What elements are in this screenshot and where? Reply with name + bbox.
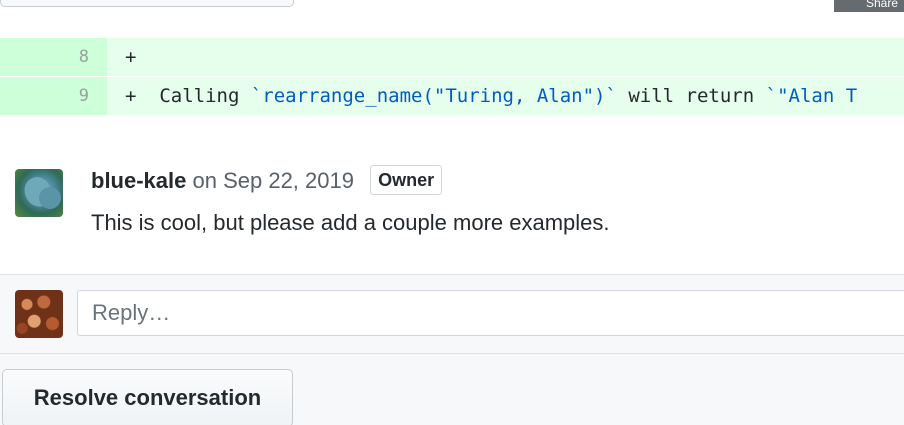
review-thread: Share 8 + 9 + Calling `rearrange_name("T… [0,0,904,425]
line-number-gutter[interactable]: 8 [0,38,107,76]
inline-code: `rearrange_name("Turing, Alan")` [250,85,617,107]
avatar-leaf-shape [39,187,61,209]
line-number: 9 [78,86,89,106]
owner-badge: Owner [370,165,443,195]
current-user-avatar[interactable] [15,290,63,338]
diff-code: + Calling `rearrange_name("Turing, Alan"… [125,77,857,115]
comment-body: This is cool, but please add a couple mo… [91,210,610,235]
top-strip: Share [0,0,904,23]
reply-row [0,275,904,354]
line-number-gutter[interactable]: 9 [0,77,107,115]
diff-code: + [125,38,136,76]
reply-input[interactable] [77,290,904,336]
diff-marker: + [125,46,137,68]
comment-timestamp[interactable]: on Sep 22, 2019 [193,168,354,193]
line-number: 8 [78,47,89,67]
resolve-conversation-button[interactable]: Resolve conversation [2,369,293,425]
code-text: Calling [159,85,251,107]
diff-line-9: 9 + Calling `rearrange_name("Turing, Ala… [0,77,904,115]
inline-code-truncated: `"Alan T [765,85,858,107]
diff-marker: + [125,85,137,107]
diff-line-8: 8 + [0,38,904,76]
top-toolbar-button[interactable] [0,0,294,7]
share-label: Share [865,0,898,10]
comment-card: blue-kale on Sep 22, 2019 Owner This is … [0,134,904,275]
share-button[interactable]: Share [834,0,904,12]
comment-header: blue-kale on Sep 22, 2019 Owner [91,165,443,196]
author-link[interactable]: blue-kale [91,168,186,193]
diff-region: 8 + 9 + Calling `rearrange_name("Turing,… [0,22,904,135]
avatar[interactable] [15,169,63,217]
code-text: will return [616,85,766,107]
